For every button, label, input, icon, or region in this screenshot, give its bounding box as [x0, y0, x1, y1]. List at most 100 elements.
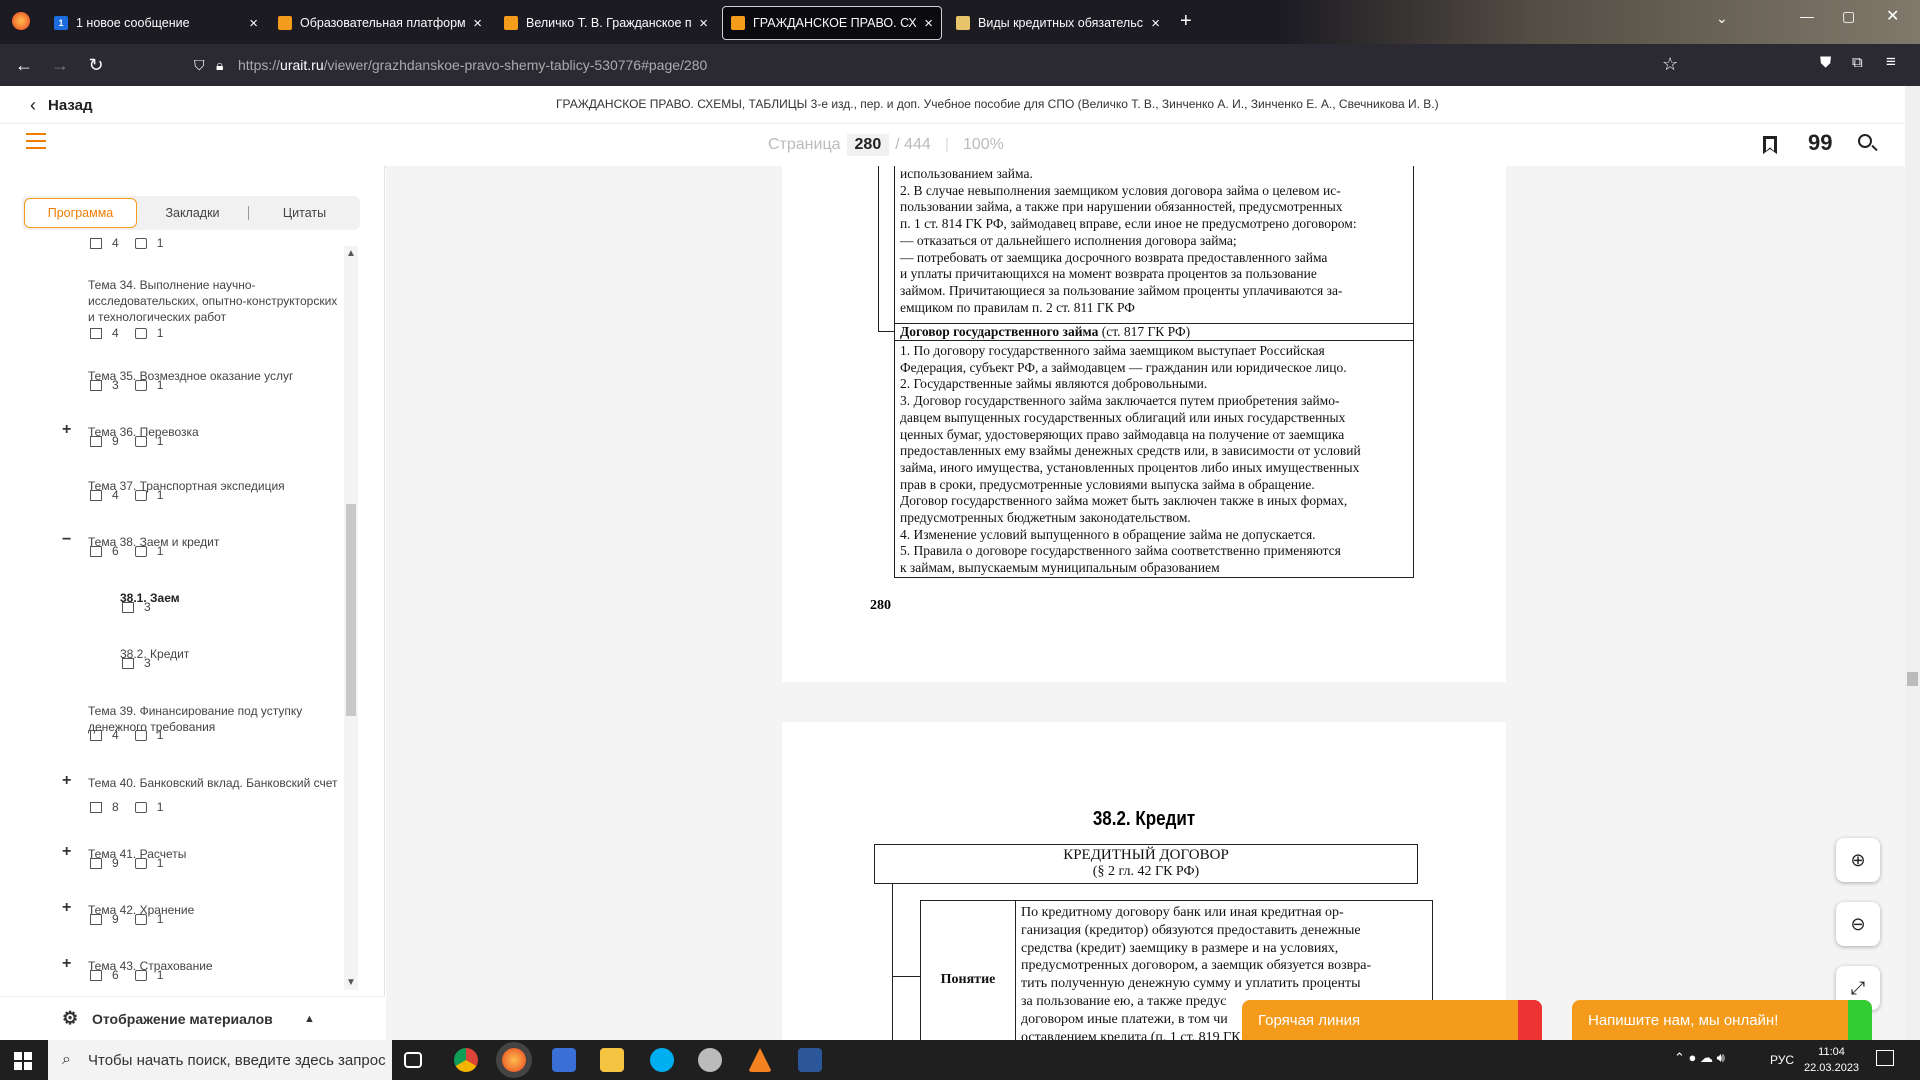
online-chat-button[interactable]: Напишите нам, мы онлайн!: [1572, 1000, 1872, 1040]
expand-plus-icon[interactable]: +: [62, 899, 71, 917]
tab-close-icon[interactable]: ×: [249, 15, 258, 32]
save-icon[interactable]: [552, 1048, 576, 1072]
text-line: предусмотренных договором, а заемщик обя…: [1021, 958, 1372, 974]
reload-icon[interactable]: ↻: [78, 55, 114, 76]
lock-icon[interactable]: 🔒︎: [216, 57, 223, 74]
browser-tab-2[interactable]: Образовательная платформа ×: [270, 6, 490, 40]
browser-tab-3[interactable]: Величко Т. В. Гражданское пр ×: [496, 6, 716, 40]
url-domain: urait.ru: [280, 57, 324, 73]
concept-label-box: Понятие: [920, 900, 1016, 1040]
tracking-shield-icon[interactable]: ⛉: [194, 57, 205, 74]
exercise-count: 9: [112, 434, 119, 448]
sidebar-tabs: Программа Закладки Цитаты: [22, 196, 360, 230]
text-line: 4. Изменение условий выпущенного в обращ…: [900, 526, 1316, 542]
back-arrow-icon[interactable]: ←: [6, 55, 42, 76]
tab-program[interactable]: Программа: [24, 198, 137, 228]
extensions-icon[interactable]: ⧉: [1852, 54, 1863, 71]
tab-title: Образовательная платформа: [300, 16, 466, 30]
maximize-icon[interactable]: ▢: [1842, 8, 1855, 25]
gov-loan-box: 1. По договору государственного займа за…: [894, 340, 1414, 578]
close-window-icon[interactable]: ✕: [1886, 6, 1899, 26]
tab-close-icon[interactable]: ×: [699, 15, 708, 32]
file-explorer-icon[interactable]: [600, 1048, 624, 1072]
book-title: ГРАЖДАНСКОЕ ПРАВО. СХЕМЫ, ТАБЛИЦЫ 3-е из…: [556, 97, 1439, 111]
exercise-icon: [90, 913, 102, 925]
test-count: 1: [156, 728, 164, 742]
text-line: — потребовать от заемщика досрочного воз…: [900, 249, 1328, 265]
page-input[interactable]: 280: [846, 134, 890, 156]
tab-close-icon[interactable]: ×: [1151, 15, 1160, 32]
test-count: 1: [156, 434, 164, 448]
search-icon[interactable]: [1858, 134, 1878, 152]
page-scrollbar-thumb[interactable]: [1907, 672, 1918, 686]
document-page-280: использованием займа. 2. В случае невыпол…: [782, 166, 1506, 682]
browser-tab-1[interactable]: 1 1 новое сообщение ×: [46, 6, 266, 40]
url-bar[interactable]: ⛉ 🔒︎ https://urait.ru/viewer/grazhdansko…: [194, 50, 1488, 80]
exercise-icon: [90, 545, 102, 557]
tab-close-icon[interactable]: ×: [473, 15, 482, 32]
toc-item-counts: 91: [90, 912, 179, 926]
toc-item-counts: 31: [90, 378, 179, 392]
zoom-out-button[interactable]: ⊖: [1836, 902, 1880, 946]
caret-up-icon: ▲: [304, 1012, 315, 1025]
windows-start-icon[interactable]: [14, 1052, 32, 1070]
quote-icon[interactable]: 99: [1808, 130, 1832, 156]
taskbar-search-input[interactable]: ⌕ Чтобы начать поиск, введите здесь запр…: [48, 1040, 392, 1080]
notifications-icon[interactable]: [1876, 1050, 1894, 1066]
hamburger-menu-icon[interactable]: [26, 133, 46, 149]
list-tabs-icon[interactable]: ⌄: [1716, 10, 1728, 27]
sidebar-scrollbar[interactable]: ▲ ▼: [344, 246, 358, 990]
expand-plus-icon[interactable]: +: [62, 955, 71, 973]
theme-background: [1280, 0, 1920, 44]
tab-quotes[interactable]: Цитаты: [248, 206, 360, 220]
firefox-menu-icon[interactable]: [12, 12, 30, 30]
toc-item[interactable]: Тема 34. Выполнение научно-исследователь…: [88, 277, 338, 325]
taskbar-clock[interactable]: 11:04 22.03.2023: [1804, 1044, 1859, 1076]
word-icon[interactable]: [798, 1048, 822, 1072]
back-button[interactable]: ‹ Назад: [30, 95, 92, 116]
toc-item-counts: 3: [122, 600, 167, 614]
minimize-icon[interactable]: —: [1800, 8, 1814, 24]
expand-plus-icon[interactable]: +: [62, 772, 71, 790]
zoom-level[interactable]: 100%: [963, 136, 1004, 154]
scroll-up-icon[interactable]: ▲: [346, 248, 356, 259]
toc-item[interactable]: Тема 40. Банковский вклад. Банковский сч…: [88, 775, 338, 791]
system-tray-icons[interactable]: ⌃ ● ☁ 🔊︎: [1674, 1050, 1725, 1066]
tab-title: Виды кредитных обязательст: [978, 16, 1144, 30]
toc-item-counts: 41: [90, 326, 179, 340]
tab-close-icon[interactable]: ×: [924, 15, 933, 32]
text-line: ганизация (кредитор) обязуются предостав…: [1021, 922, 1361, 938]
display-materials-toggle[interactable]: ⚙ Отображение материалов ▲: [0, 996, 385, 1040]
test-icon: [134, 379, 147, 391]
text-line: 2. Государственные займы являются добров…: [900, 376, 1208, 392]
pocket-icon[interactable]: ⛊: [1820, 54, 1831, 71]
hotline-button[interactable]: Горячая линия: [1242, 1000, 1542, 1040]
new-tab-button[interactable]: +: [1180, 10, 1192, 33]
exercise-icon: [90, 379, 102, 391]
task-view-icon[interactable]: [404, 1052, 422, 1068]
forward-arrow-icon[interactable]: →: [42, 55, 78, 76]
app-icon[interactable]: [698, 1048, 722, 1072]
test-count: 1: [156, 378, 164, 392]
toc-item-counts: 3: [122, 656, 167, 670]
skype-icon[interactable]: [650, 1048, 674, 1072]
expand-plus-icon[interactable]: +: [62, 843, 71, 861]
scroll-down-icon[interactable]: ▼: [346, 977, 356, 988]
overflow-menu-icon[interactable]: ≡: [1886, 52, 1896, 72]
input-language[interactable]: РУС: [1770, 1053, 1794, 1067]
star-bookmark-icon[interactable]: ☆: [1662, 54, 1678, 75]
chrome-icon[interactable]: [454, 1048, 478, 1072]
page-scrollbar[interactable]: [1905, 86, 1920, 1040]
browser-tab-4[interactable]: ГРАЖДАНСКОЕ ПРАВО. СХЕМ ×: [722, 6, 942, 40]
collapse-minus-icon[interactable]: −: [62, 531, 71, 549]
zoom-in-button[interactable]: ⊕: [1836, 838, 1880, 882]
scrollbar-thumb[interactable]: [346, 504, 356, 716]
expand-plus-icon[interactable]: +: [62, 421, 71, 439]
page-total: / 444: [895, 136, 931, 153]
firefox-icon[interactable]: [502, 1048, 526, 1072]
browser-tab-5[interactable]: Виды кредитных обязательст ×: [948, 6, 1168, 40]
online-chat-label: Напишите нам, мы онлайн!: [1588, 1011, 1779, 1029]
url-prefix: https://: [238, 57, 281, 73]
test-icon: [134, 857, 147, 869]
tab-bookmarks[interactable]: Закладки: [137, 206, 248, 220]
